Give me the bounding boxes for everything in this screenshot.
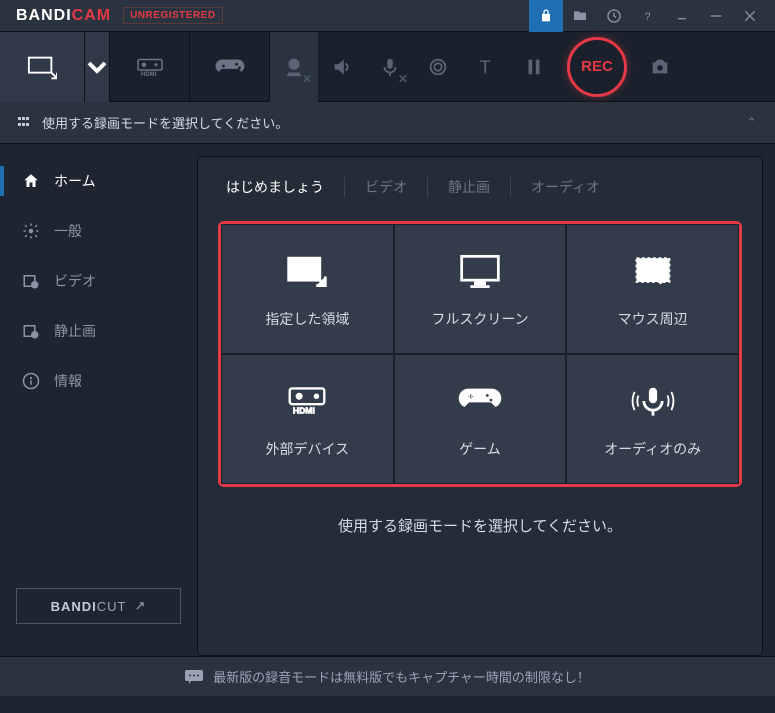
toolbar: HDMI ✕ ✕ T REC bbox=[0, 32, 775, 102]
mode-grid: 指定した領域 フルスクリーン マウス周辺 HDMI 外部デバイス ゲーム オーデ… bbox=[221, 224, 739, 484]
pause-button[interactable] bbox=[510, 32, 558, 102]
text-overlay-toggle[interactable]: T bbox=[462, 32, 510, 102]
tab-video[interactable]: ビデオ bbox=[345, 177, 428, 197]
cell-label: ゲーム bbox=[459, 439, 501, 459]
sidebar-item-label: 情報 bbox=[54, 371, 82, 391]
svg-text:?: ? bbox=[645, 11, 651, 23]
mode-hdmi-button[interactable]: HDMI bbox=[110, 32, 190, 102]
sidebar-item-label: ビデオ bbox=[54, 271, 96, 291]
rectangle-icon bbox=[285, 249, 329, 293]
bandicut-b: CUT bbox=[97, 599, 127, 614]
x-badge-icon: ✕ bbox=[398, 72, 408, 86]
record-button[interactable]: REC bbox=[567, 37, 627, 97]
x-badge-icon: ✕ bbox=[302, 72, 312, 86]
mode-cell-game[interactable]: ゲーム bbox=[394, 354, 567, 484]
record-wrap: REC bbox=[558, 32, 636, 102]
sidebar: ホーム 一般 ビデオ 静止画 情報 BANDICUT ↗ bbox=[0, 144, 197, 656]
gamepad-icon bbox=[458, 379, 502, 423]
footer: 最新版の録音モードは無料版でもキャプチャー時間の制限なし！ bbox=[0, 656, 775, 696]
mouse-area-icon bbox=[631, 249, 675, 293]
mode-grid-highlight: 指定した領域 フルスクリーン マウス周辺 HDMI 外部デバイス ゲーム オーデ… bbox=[218, 221, 742, 487]
audio-mic-icon bbox=[631, 379, 675, 423]
mode-select-text: 使用する録画モードを選択してください。 bbox=[42, 113, 288, 132]
mic-toggle[interactable]: ✕ bbox=[366, 32, 414, 102]
sidebar-item-label: 一般 bbox=[54, 221, 82, 241]
history-button[interactable] bbox=[597, 0, 631, 32]
webcam-toggle[interactable]: ✕ bbox=[270, 32, 318, 102]
tab-image[interactable]: 静止画 bbox=[428, 177, 511, 197]
svg-text:T: T bbox=[480, 56, 491, 77]
logo: BANDICAM bbox=[16, 7, 111, 25]
mode-cell-mouse[interactable]: マウス周辺 bbox=[566, 224, 739, 354]
cursor-effect-toggle[interactable] bbox=[414, 32, 462, 102]
svg-text:HDMI: HDMI bbox=[141, 72, 157, 78]
chevron-up-icon: ⌃ bbox=[746, 115, 757, 131]
svg-text:HDMI: HDMI bbox=[293, 406, 315, 416]
bandicut-button[interactable]: BANDICUT ↗ bbox=[16, 588, 181, 624]
monitor-icon bbox=[458, 249, 502, 293]
cell-label: フルスクリーン bbox=[431, 309, 528, 329]
titlebar: BANDICAM UNREGISTERED ? bbox=[0, 0, 775, 32]
screenshot-button[interactable] bbox=[636, 32, 684, 102]
tabs: はじめましょう ビデオ 静止画 オーディオ bbox=[226, 177, 742, 197]
tab-audio[interactable]: オーディオ bbox=[511, 177, 620, 197]
mode-cell-device[interactable]: HDMI 外部デバイス bbox=[221, 354, 394, 484]
sidebar-item-info[interactable]: 情報 bbox=[0, 356, 197, 406]
mode-select-bar[interactable]: 使用する録画モードを選択してください。 ⌃ bbox=[0, 102, 775, 144]
mode-dropdown-button[interactable] bbox=[85, 32, 110, 102]
sidebar-item-video[interactable]: ビデオ bbox=[0, 256, 197, 306]
hint-text: 使用する録画モードを選択してください。 bbox=[218, 515, 742, 536]
close-button[interactable] bbox=[733, 0, 767, 32]
sidebar-item-label: ホーム bbox=[54, 171, 96, 191]
lock-button[interactable] bbox=[529, 0, 563, 32]
sidebar-item-home[interactable]: ホーム bbox=[0, 156, 197, 206]
speaker-toggle[interactable] bbox=[318, 32, 366, 102]
sidebar-item-label: 静止画 bbox=[54, 321, 96, 341]
logo-b: CAM bbox=[72, 7, 111, 24]
unregistered-badge: UNREGISTERED bbox=[123, 7, 222, 24]
chat-icon bbox=[185, 670, 203, 684]
sidebar-item-general[interactable]: 一般 bbox=[0, 206, 197, 256]
cell-label: マウス周辺 bbox=[618, 309, 688, 329]
folder-button[interactable] bbox=[563, 0, 597, 32]
mode-screen-rect-button[interactable] bbox=[0, 32, 85, 102]
help-button[interactable]: ? bbox=[631, 0, 665, 32]
external-icon: ↗ bbox=[134, 598, 146, 614]
compact-button[interactable] bbox=[665, 0, 699, 32]
sidebar-item-image[interactable]: 静止画 bbox=[0, 306, 197, 356]
cell-label: オーディオのみ bbox=[604, 439, 701, 459]
mode-cell-rectangle[interactable]: 指定した領域 bbox=[221, 224, 394, 354]
grid-icon bbox=[18, 117, 32, 128]
logo-a: BANDI bbox=[16, 7, 72, 24]
main-panel: はじめましょう ビデオ 静止画 オーディオ 指定した領域 フルスクリーン マウス… bbox=[197, 156, 763, 656]
hdmi-icon: HDMI bbox=[285, 379, 329, 423]
cell-label: 外部デバイス bbox=[266, 439, 350, 459]
cell-label: 指定した領域 bbox=[265, 309, 349, 329]
footer-text: 最新版の録音モードは無料版でもキャプチャー時間の制限なし！ bbox=[213, 667, 590, 686]
tab-getstarted[interactable]: はじめましょう bbox=[226, 177, 345, 197]
bandicut-a: BANDI bbox=[51, 599, 97, 614]
mode-game-button[interactable] bbox=[190, 32, 270, 102]
minimize-button[interactable] bbox=[699, 0, 733, 32]
mode-cell-audio[interactable]: オーディオのみ bbox=[566, 354, 739, 484]
mode-cell-fullscreen[interactable]: フルスクリーン bbox=[394, 224, 567, 354]
